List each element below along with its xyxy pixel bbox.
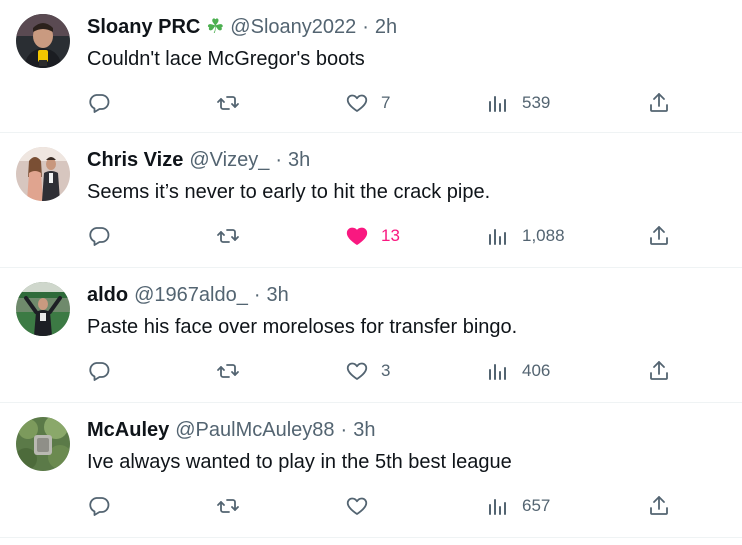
separator-dot: · xyxy=(362,16,369,38)
like-count: 13 xyxy=(381,226,400,245)
user-handle[interactable]: @Vizey_ xyxy=(189,147,269,173)
tweet-header: Chris Vize @Vizey_ · 3h xyxy=(87,147,310,173)
views-button[interactable]: 1,088 xyxy=(486,221,565,251)
avatar[interactable] xyxy=(16,282,70,336)
timestamp[interactable]: 3h xyxy=(267,282,289,308)
retweet-icon xyxy=(217,229,239,243)
share-button[interactable] xyxy=(647,88,671,118)
view-count: 1,088 xyxy=(522,226,565,245)
heart-icon xyxy=(346,94,368,112)
tweet-text: Ive always wanted to play in the 5th bes… xyxy=(87,451,512,473)
tweet-text: Couldn't lace McGregor's boots xyxy=(87,48,365,70)
analytics-icon xyxy=(489,499,506,515)
action-bar: 657 xyxy=(87,491,677,521)
action-bar: 3 406 xyxy=(87,356,677,386)
views-button[interactable]: 539 xyxy=(486,88,550,118)
views-button[interactable]: 657 xyxy=(486,491,550,521)
reply-icon xyxy=(89,497,110,516)
reply-icon xyxy=(89,94,110,113)
reply-icon xyxy=(89,227,110,246)
analytics-icon xyxy=(489,96,506,112)
heart-filled-icon xyxy=(346,227,368,245)
share-icon xyxy=(650,93,668,112)
tweet[interactable]: aldo @1967aldo_ · 3h Paste his face over… xyxy=(0,268,742,403)
user-handle[interactable]: @Sloany2022 xyxy=(230,14,356,40)
action-bar: 13 1,088 xyxy=(87,221,677,251)
like-button[interactable] xyxy=(345,491,381,521)
tweet[interactable]: Sloany PRC ☘ @Sloany2022 · 2h Couldn't l… xyxy=(0,0,742,133)
retweet-icon xyxy=(217,499,239,513)
separator-dot: · xyxy=(340,419,348,441)
heart-icon xyxy=(346,362,368,380)
tweet[interactable]: McAuley @PaulMcAuley88 · 3h Ive always w… xyxy=(0,403,742,538)
retweet-button[interactable] xyxy=(216,221,240,251)
tweet[interactable]: Chris Vize @Vizey_ · 3h Seems it’s never… xyxy=(0,133,742,268)
retweet-button[interactable] xyxy=(216,88,240,118)
display-name[interactable]: Chris Vize xyxy=(87,147,183,173)
like-count: 3 xyxy=(381,361,391,380)
timestamp[interactable]: 2h xyxy=(375,14,397,40)
views-button[interactable]: 406 xyxy=(486,356,550,386)
reply-feed: Sloany PRC ☘ @Sloany2022 · 2h Couldn't l… xyxy=(0,0,742,538)
separator-dot: · xyxy=(275,149,282,171)
display-name[interactable]: aldo xyxy=(87,282,128,308)
tweet-header: McAuley @PaulMcAuley88 · 3h xyxy=(87,417,375,443)
reply-button[interactable] xyxy=(87,356,111,386)
avatar[interactable] xyxy=(16,417,70,471)
reply-icon xyxy=(89,362,110,381)
share-icon xyxy=(650,361,668,380)
avatar[interactable] xyxy=(16,147,70,201)
timestamp[interactable]: 3h xyxy=(353,417,375,443)
retweet-icon xyxy=(217,364,239,378)
analytics-icon xyxy=(489,364,506,380)
user-handle[interactable]: @PaulMcAuley88 xyxy=(175,417,334,443)
share-icon xyxy=(650,226,668,245)
like-button[interactable]: 13 xyxy=(345,221,400,251)
separator-dot: · xyxy=(253,284,261,306)
tweet-header: aldo @1967aldo_ · 3h xyxy=(87,282,289,308)
timestamp[interactable]: 3h xyxy=(288,147,310,173)
reply-button[interactable] xyxy=(87,221,111,251)
share-button[interactable] xyxy=(647,356,671,386)
share-button[interactable] xyxy=(647,221,671,251)
reply-button[interactable] xyxy=(87,88,111,118)
heart-icon xyxy=(346,497,368,515)
retweet-button[interactable] xyxy=(216,491,240,521)
like-button[interactable]: 3 xyxy=(345,356,390,386)
analytics-icon xyxy=(489,229,506,245)
avatar[interactable] xyxy=(16,14,70,68)
reply-button[interactable] xyxy=(87,491,111,521)
clover-icon: ☘ xyxy=(206,16,225,38)
like-button[interactable]: 7 xyxy=(345,88,390,118)
view-count: 657 xyxy=(522,496,551,515)
like-count: 7 xyxy=(381,93,391,112)
tweet-header: Sloany PRC ☘ @Sloany2022 · 2h xyxy=(87,14,397,40)
share-button[interactable] xyxy=(647,491,671,521)
view-count: 406 xyxy=(522,361,551,380)
tweet-text: Seems it’s never to early to hit the cra… xyxy=(87,181,491,203)
retweet-icon xyxy=(217,96,239,110)
display-name[interactable]: Sloany PRC xyxy=(87,14,200,40)
display-name[interactable]: McAuley xyxy=(87,417,169,443)
tweet-text: Paste his face over moreloses for transf… xyxy=(87,316,518,338)
user-handle[interactable]: @1967aldo_ xyxy=(134,282,248,308)
share-icon xyxy=(650,496,668,515)
retweet-button[interactable] xyxy=(216,356,240,386)
action-bar: 7 539 xyxy=(87,88,677,118)
view-count: 539 xyxy=(522,93,551,112)
